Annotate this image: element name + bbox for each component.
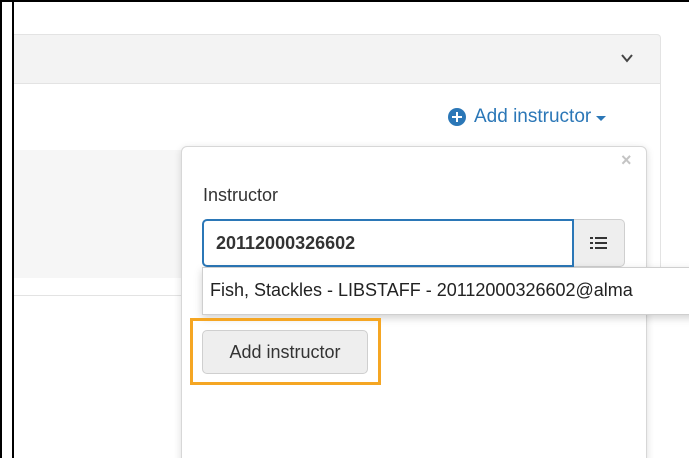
- instructor-input-group: [202, 219, 625, 267]
- close-icon[interactable]: ×: [621, 151, 632, 169]
- chevron-down-icon[interactable]: [620, 51, 634, 65]
- instructor-input[interactable]: [202, 219, 574, 267]
- add-instructor-button[interactable]: Add instructor: [202, 330, 368, 374]
- instructor-suggestions: Fish, Stackles - LIBSTAFF - 201120003266…: [202, 267, 689, 315]
- page-frame: Add instructor × Instructor Fish, Stackl…: [0, 0, 689, 458]
- caret-down-icon: [596, 116, 607, 121]
- add-instructor-link-label: Add instructor: [474, 106, 592, 127]
- instructor-list-button[interactable]: [574, 219, 625, 267]
- suggestion-item[interactable]: Fish, Stackles - LIBSTAFF - 201120003266…: [210, 280, 633, 301]
- add-instructor-link[interactable]: Add instructor: [448, 106, 607, 128]
- table-placeholder: [14, 150, 184, 278]
- plus-circle-icon: [448, 108, 466, 126]
- section-header[interactable]: [14, 34, 661, 84]
- instructor-label: Instructor: [203, 185, 279, 205]
- list-icon: [590, 237, 607, 249]
